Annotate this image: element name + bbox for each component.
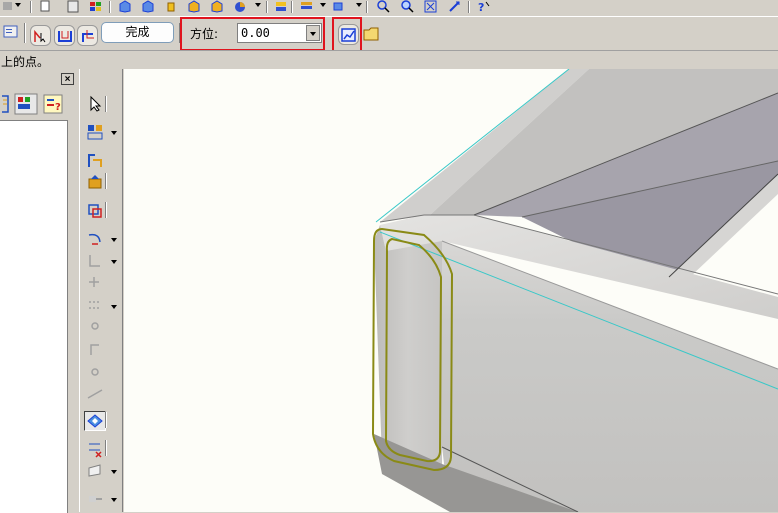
side-step-button[interactable] (77, 25, 98, 46)
point-icon[interactable] (86, 274, 104, 292)
toolbar-separator (109, 1, 111, 13)
draw-tool-column (79, 69, 123, 512)
slash-icon[interactable] (86, 385, 104, 403)
pointer-icon[interactable] (86, 95, 104, 113)
zoom-area-icon[interactable] (375, 0, 391, 13)
side-step-icon (82, 30, 94, 42)
corner-icon[interactable] (86, 297, 104, 315)
view-iso-icon[interactable] (186, 0, 202, 13)
corner-icon[interactable] (86, 340, 104, 358)
stack-icon[interactable] (299, 0, 315, 13)
front-rail-end (374, 225, 442, 475)
toolbar-dropdown-arrow[interactable] (255, 3, 261, 7)
prompt-bar: 上的点。 (0, 50, 778, 69)
paste-icon[interactable] (66, 0, 82, 13)
extend-icon[interactable] (86, 490, 104, 508)
section-icon[interactable] (332, 0, 348, 13)
view-right-icon[interactable] (163, 0, 179, 13)
tool-group-icon[interactable] (86, 123, 104, 141)
profile-highlight-box (332, 17, 362, 54)
tool-group-dropdown[interactable] (111, 131, 117, 135)
edgebar-pane: × ? (0, 69, 78, 513)
toolbar-separator (30, 1, 32, 13)
model-view (371, 69, 778, 512)
tool-separator (105, 96, 107, 112)
face-icon[interactable] (86, 462, 104, 480)
pane-tab-icon[interactable] (0, 92, 10, 116)
toolbar-separator (266, 1, 268, 13)
sketch-step-button[interactable] (54, 25, 75, 46)
layer-icon[interactable] (273, 0, 289, 13)
ribbon-separator (24, 23, 26, 43)
circle-icon[interactable] (86, 363, 104, 381)
folder-icon[interactable] (362, 25, 382, 43)
sketch-icon[interactable] (86, 152, 104, 170)
orientation-highlight-box (180, 17, 325, 51)
plane-icon (87, 414, 103, 428)
arc-dropdown[interactable] (111, 238, 117, 242)
face-dropdown[interactable] (111, 470, 117, 474)
circle-icon[interactable] (86, 317, 104, 335)
extend-dropdown[interactable] (111, 498, 117, 502)
select-profile-step-button[interactable] (30, 25, 51, 46)
view-front-icon[interactable] (117, 0, 133, 13)
tool-separator (105, 173, 107, 189)
toolbar-separator (468, 1, 470, 13)
step-list-icon[interactable] (2, 23, 20, 41)
arc-icon[interactable] (86, 230, 104, 248)
top-toolbar: ? (0, 0, 778, 16)
toolbar-separator (366, 1, 368, 13)
dimension-icon[interactable] (86, 440, 104, 458)
tool-separator (105, 440, 107, 456)
svg-text:?: ? (55, 102, 61, 113)
pan-icon[interactable] (447, 0, 463, 13)
line-dropdown[interactable] (111, 260, 117, 264)
toolbar-separator (291, 1, 293, 13)
toolbar-dropdown-arrow[interactable] (356, 3, 362, 7)
zoom-icon[interactable] (399, 0, 415, 13)
toolbar-dropdown-arrow[interactable] (15, 3, 21, 7)
tool-separator (105, 412, 107, 428)
help-icon[interactable]: ? (475, 0, 491, 13)
plane-tool-pressed[interactable] (84, 411, 106, 431)
transform-icon[interactable] (86, 202, 104, 220)
feature-tree[interactable] (0, 120, 68, 513)
pane-close-button[interactable]: × (61, 73, 74, 85)
select-profile-icon (34, 29, 46, 43)
channel-sketch-icon (58, 31, 72, 42)
finish-button[interactable]: 完成 (101, 22, 174, 43)
fit-icon[interactable] (423, 0, 439, 13)
svg-text:?: ? (478, 1, 484, 13)
color-palette-icon[interactable] (88, 0, 104, 13)
graphics-viewport[interactable] (124, 69, 778, 512)
copy-icon[interactable] (38, 0, 54, 13)
prompt-text: 上的点。 (1, 55, 50, 69)
toolbar-dropdown-arrow[interactable] (320, 3, 326, 7)
line-icon[interactable] (86, 252, 104, 270)
shaded-view-icon[interactable] (232, 0, 248, 13)
layers-tab-icon[interactable] (14, 93, 38, 115)
view-top-icon[interactable] (140, 0, 156, 13)
view-dimetric-icon[interactable] (209, 0, 225, 13)
properties-tab-icon[interactable]: ? (42, 93, 66, 115)
fill-icon[interactable] (86, 173, 104, 191)
tool-separator (105, 202, 107, 218)
corner-dropdown[interactable] (111, 305, 117, 309)
